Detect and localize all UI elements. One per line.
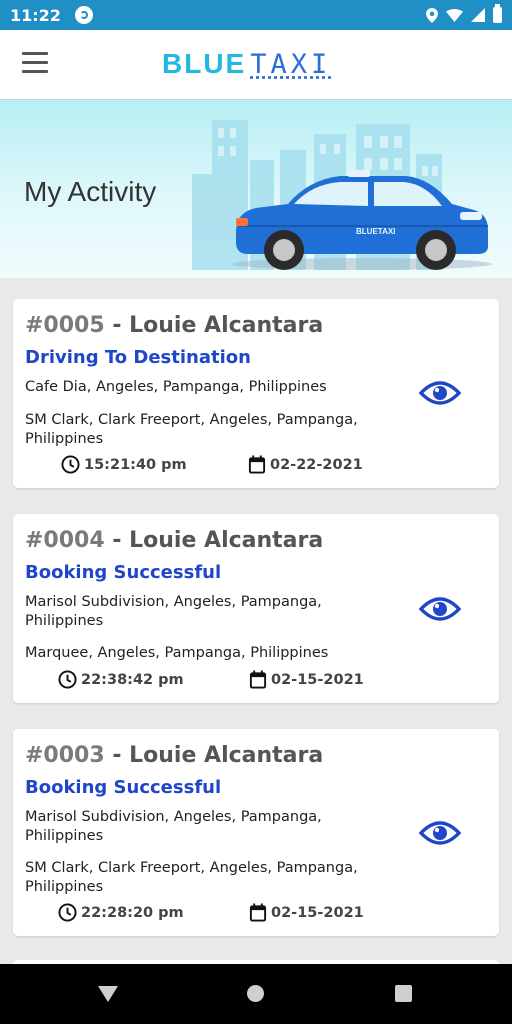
separator: -	[104, 313, 130, 338]
hero-banner: My Activity BLUETAXI	[0, 100, 512, 278]
card-header: #0005 - Louie Alcantara	[25, 313, 323, 338]
wifi-icon	[446, 8, 463, 22]
location-icon	[426, 7, 438, 23]
time-meta: 22:28:20 pm	[58, 903, 184, 922]
clock-icon	[58, 903, 77, 922]
status-time: 11:22	[10, 5, 61, 25]
clock-icon	[61, 455, 80, 474]
app-bar: BLUE TAXI	[0, 30, 512, 100]
system-nav-bar	[0, 964, 512, 1024]
card-header: #0004 - Louie Alcantara	[25, 528, 323, 553]
card-header: #0003 - Louie Alcantara	[25, 743, 323, 768]
booking-time: 22:38:42 pm	[81, 671, 184, 688]
calendar-icon	[249, 903, 267, 922]
booking-date: 02-15-2021	[271, 671, 364, 688]
date-meta: 02-22-2021	[248, 455, 363, 474]
nav-home-icon[interactable]	[247, 985, 264, 1002]
booking-time: 22:28:20 pm	[81, 904, 184, 921]
clock-icon	[58, 670, 77, 689]
booking-status: Booking Successful	[25, 562, 222, 583]
battery-icon	[493, 4, 502, 23]
booking-id: #0005	[25, 313, 105, 338]
eye-icon[interactable]	[419, 593, 461, 625]
page-title: My Activity	[24, 176, 157, 207]
dropoff-address: SM Clark, Clark Freeport, Angeles, Pampa…	[25, 860, 358, 895]
dropoff-address: SM Clark, Clark Freeport, Angeles, Pampa…	[25, 412, 358, 447]
separator: -	[104, 743, 130, 768]
brand-logo: BLUE TAXI	[162, 48, 331, 80]
date-meta: 02-15-2021	[249, 903, 364, 922]
brand-logo-taxi: TAXI	[250, 49, 332, 80]
nav-back-icon[interactable]	[98, 986, 118, 1002]
app-notification-icon	[74, 6, 93, 24]
nav-recents-icon[interactable]	[395, 985, 412, 1002]
activity-card[interactable]: #0005 - Louie Alcantara Driving To Desti…	[13, 299, 499, 488]
calendar-icon	[249, 670, 267, 689]
pickup-address: Marisol Subdivision, Angeles, Pampanga, …	[25, 809, 322, 844]
time-meta: 22:38:42 pm	[58, 670, 184, 689]
activity-card[interactable]: #0003 - Louie Alcantara Booking Successf…	[13, 729, 499, 936]
calendar-icon	[248, 455, 266, 474]
booking-date: 02-15-2021	[271, 904, 364, 921]
eye-icon[interactable]	[419, 377, 461, 409]
dropoff-address: Marquee, Angeles, Pampanga, Philippines	[25, 645, 329, 661]
date-meta: 02-15-2021	[249, 670, 364, 689]
rider-name: Louie Alcantara	[129, 743, 324, 768]
booking-status: Driving To Destination	[25, 347, 251, 368]
status-icons	[426, 4, 502, 23]
taxi-city-illustration: BLUETAXI	[192, 120, 492, 270]
pickup-address: Cafe Dia, Angeles, Pampanga, Philippines	[25, 379, 327, 395]
signal-icon	[471, 8, 485, 22]
time-meta: 15:21:40 pm	[61, 455, 187, 474]
rider-name: Louie Alcantara	[129, 528, 324, 553]
booking-date: 02-22-2021	[270, 456, 363, 473]
separator: -	[104, 528, 130, 553]
booking-id: #0004	[25, 528, 105, 553]
activity-card[interactable]: #0004 - Louie Alcantara Booking Successf…	[13, 514, 499, 703]
booking-status: Booking Successful	[25, 777, 222, 798]
pickup-address: Marisol Subdivision, Angeles, Pampanga, …	[25, 594, 322, 629]
booking-id: #0003	[25, 743, 105, 768]
brand-logo-blue: BLUE	[162, 48, 247, 79]
car-door-label: BLUETAXI	[356, 227, 395, 236]
status-bar: 11:22	[0, 0, 512, 30]
eye-icon[interactable]	[419, 817, 461, 849]
menu-button[interactable]	[22, 52, 48, 78]
booking-time: 15:21:40 pm	[84, 456, 187, 473]
rider-name: Louie Alcantara	[129, 313, 324, 338]
